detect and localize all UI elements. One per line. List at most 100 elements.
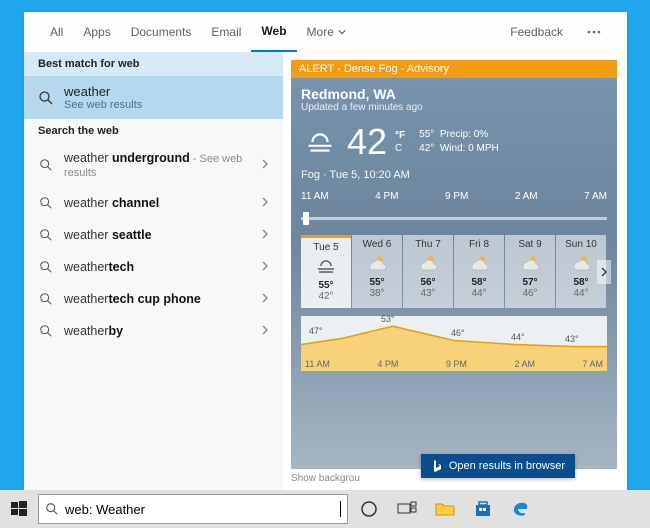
chevron-right-icon — [261, 292, 269, 306]
search-panel: All Apps Documents Email Web More Feedba… — [24, 12, 627, 490]
file-explorer-button[interactable] — [428, 494, 462, 524]
tab-apps[interactable]: Apps — [73, 12, 120, 52]
task-view-button[interactable] — [390, 494, 424, 524]
forecast-day[interactable]: Thu 7 56°43° — [403, 235, 453, 308]
hour-label: 2 AM — [514, 359, 535, 369]
chevron-right-icon — [600, 267, 608, 277]
day-high: 55° — [419, 129, 434, 140]
open-in-browser-label: Open results in browser — [449, 460, 565, 472]
weather-icon — [313, 253, 339, 277]
tab-strip: All Apps Documents Email Web More Feedba… — [24, 12, 627, 52]
hour-label: 2 AM — [515, 191, 538, 202]
task-view-icon — [397, 501, 417, 517]
search-icon — [38, 157, 54, 173]
preview-pane: ALERT - Dense Fog - Advisory Redmond, WA… — [283, 52, 627, 490]
day-low: 44° — [454, 288, 504, 299]
taskbar — [0, 490, 650, 528]
day-name: Thu 7 — [403, 239, 453, 250]
search-icon — [38, 259, 54, 275]
weather-alert-banner[interactable]: ALERT - Dense Fog - Advisory — [291, 60, 617, 78]
slider-thumb[interactable] — [303, 212, 309, 225]
circle-icon — [360, 500, 378, 518]
suggestion-text: weather channel — [64, 196, 251, 210]
unit-c[interactable]: C — [395, 143, 405, 155]
day-low: 46° — [505, 288, 555, 299]
forecast-day[interactable]: Fri 858°44° — [454, 235, 504, 308]
bing-icon — [431, 459, 443, 473]
tab-more[interactable]: More — [297, 12, 356, 52]
ellipsis-icon — [587, 30, 601, 34]
day-name: Fri 8 — [454, 239, 504, 250]
suggestion-text: weatherby — [64, 324, 251, 338]
start-button[interactable] — [4, 494, 34, 524]
tab-all[interactable]: All — [40, 12, 73, 52]
search-suggestion[interactable]: weatherby — [24, 315, 283, 347]
hourly-slider[interactable]: 11 AM4 PM9 PM2 AM7 AM — [301, 191, 607, 205]
weather-icon — [415, 250, 441, 274]
day-high: 57° — [505, 277, 555, 288]
day-low: 43° — [403, 288, 453, 299]
suggestion-text: weather seattle — [64, 228, 251, 242]
day-high: 56° — [403, 277, 453, 288]
suggestion-text: weather underground - See web results — [64, 151, 251, 179]
search-suggestion[interactable]: weather channel — [24, 187, 283, 219]
day-name: Sat 9 — [505, 239, 555, 250]
weather-icon — [466, 250, 492, 274]
search-icon — [38, 323, 54, 339]
day-high: 55° — [301, 280, 351, 291]
search-suggestion[interactable]: weather seattle — [24, 219, 283, 251]
search-icon — [45, 502, 59, 516]
search-suggestion[interactable]: weather underground - See web results — [24, 143, 283, 187]
edge-button[interactable] — [504, 494, 538, 524]
tab-documents[interactable]: Documents — [121, 12, 202, 52]
taskbar-search-box[interactable] — [38, 494, 348, 524]
tab-more-label: More — [307, 25, 334, 39]
chart-label: 46° — [451, 328, 465, 338]
forecast-day[interactable]: Tue 555°42° — [301, 235, 351, 308]
hour-label: 4 PM — [375, 191, 398, 202]
unit-f[interactable]: °F — [395, 130, 405, 142]
search-icon — [38, 90, 54, 106]
chart-label: 47° — [309, 326, 323, 336]
forecast-day[interactable]: Sat 9 57°46° — [505, 235, 555, 308]
chevron-right-icon — [261, 324, 269, 338]
hour-label: 7 AM — [582, 359, 603, 369]
tab-web[interactable]: Web — [251, 13, 296, 53]
best-match-result[interactable]: weather See web results — [24, 76, 283, 119]
suggestion-text: weathertech cup phone — [64, 292, 251, 306]
weather-icon — [364, 250, 390, 274]
chart-label: 53° — [381, 314, 395, 324]
hour-label: 9 PM — [445, 191, 468, 202]
header-more-button[interactable] — [573, 12, 611, 52]
results-list: Best match for web weather See web resul… — [24, 52, 283, 490]
hour-label: 9 PM — [446, 359, 467, 369]
hourly-chart: 47° 53° 46° 44° 43° 11 AM4 PM9 PM2 AM7 A… — [301, 316, 607, 370]
chevron-down-icon — [338, 28, 346, 36]
day-name: Wed 6 — [352, 239, 402, 250]
hour-label: 4 PM — [377, 359, 398, 369]
edge-icon — [512, 500, 530, 518]
store-button[interactable] — [466, 494, 500, 524]
day-low: 42° — [301, 291, 351, 302]
windows-icon — [11, 501, 27, 517]
search-suggestion[interactable]: weathertech — [24, 251, 283, 283]
store-icon — [474, 500, 492, 518]
forecast-day[interactable]: Wed 6 55°38° — [352, 235, 402, 308]
best-match-subtitle: See web results — [64, 99, 142, 111]
weather-card: Redmond, WA Updated a few minutes ago 42… — [291, 78, 617, 469]
day-low: 38° — [352, 288, 402, 299]
best-match-heading: Best match for web — [24, 52, 283, 76]
tab-email[interactable]: Email — [201, 12, 251, 52]
wind-text: Wind: 0 MPH — [440, 143, 499, 154]
open-in-browser-button[interactable]: Open results in browser — [421, 454, 575, 478]
suggestion-text: weathertech — [64, 260, 251, 274]
chart-label: 44° — [511, 332, 525, 342]
search-suggestion[interactable]: weathertech cup phone — [24, 283, 283, 315]
cortana-button[interactable] — [352, 494, 386, 524]
taskbar-search-input[interactable] — [65, 502, 333, 517]
chevron-right-icon — [261, 260, 269, 274]
day-high: 55° — [352, 277, 402, 288]
forecast-next-button[interactable] — [597, 260, 611, 284]
search-icon — [38, 227, 54, 243]
feedback-link[interactable]: Feedback — [500, 12, 573, 52]
